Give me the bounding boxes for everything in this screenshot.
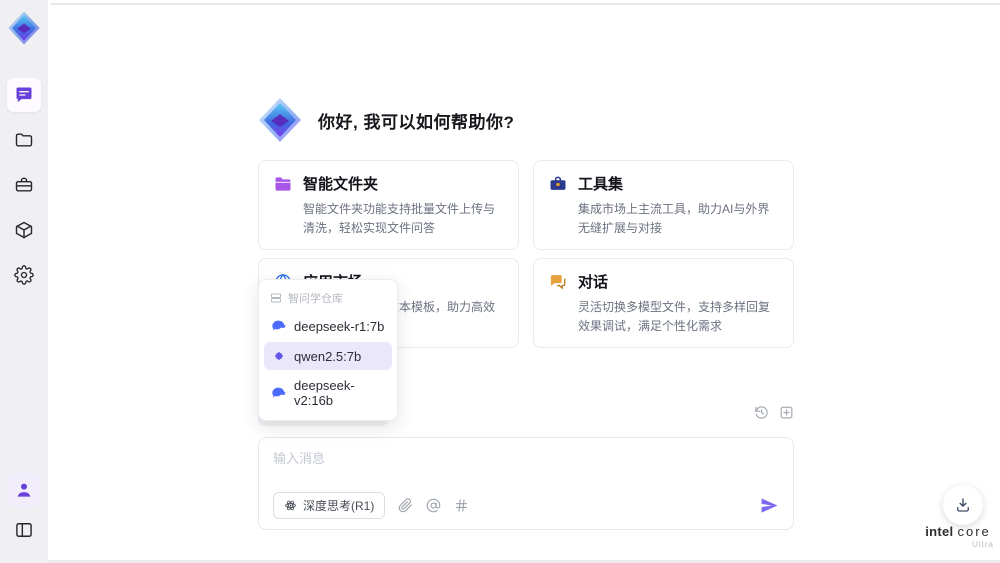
sidebar (0, 0, 48, 563)
card-dialogue[interactable]: 对话 灵活切换多模型文件，支持多样回复效果调试，满足个性化需求 (533, 258, 794, 349)
card-title: 对话 (578, 274, 609, 292)
sidebar-item-account[interactable] (7, 473, 41, 507)
card-description: 集成市场上主流工具，助力AI与外界无缝扩展与对接 (578, 202, 770, 235)
message-composer: 深度思考(R1) (258, 437, 794, 530)
app-logo-icon (8, 11, 40, 45)
deep-think-toggle[interactable]: 深度思考(R1) (273, 492, 386, 519)
sidebar-item-folders[interactable] (7, 123, 41, 157)
history-icon[interactable] (754, 405, 769, 420)
paperclip-icon (399, 498, 413, 513)
mention-button[interactable] (426, 498, 441, 513)
qwen-icon (274, 351, 284, 361)
card-title: 工具集 (578, 176, 624, 193)
model-option-deepseek-v2[interactable]: deepseek-v2:16b (264, 372, 392, 414)
window-top-edge (50, 3, 1000, 5)
greeting-text: 你好, 我可以如何帮助你? (318, 112, 515, 132)
model-dropdown-header-label: 智问学仓库 (288, 293, 343, 305)
model-option-label: deepseek-r1:7b (294, 318, 385, 334)
chat-tools (754, 405, 794, 420)
greeting-row: 你好, 我可以如何帮助你? (256, 96, 514, 144)
ultra-label: Ultra (972, 540, 994, 549)
deepseek-whale-icon (272, 387, 286, 398)
atom-icon (285, 500, 296, 511)
briefcase-icon (550, 176, 566, 190)
model-dropdown-header: 智问学仓库 (264, 284, 392, 310)
download-fab[interactable] (943, 485, 983, 525)
card-title: 智能文件夹 (303, 176, 379, 193)
sidebar-item-collapse[interactable] (7, 513, 41, 547)
prompt-library-button[interactable] (454, 498, 469, 513)
intel-core-badge: intel core Ultra (922, 524, 994, 549)
send-icon (761, 498, 778, 513)
card-description: 灵活切换多模型文件，支持多样回复效果调试，满足个性化需求 (578, 300, 771, 333)
chat-bubbles-icon (550, 274, 566, 290)
model-option-deepseek-r1[interactable]: deepseek-r1:7b (264, 312, 392, 340)
deep-think-label: 深度思考(R1) (303, 499, 375, 513)
card-toolset[interactable]: 工具集 集成市场上主流工具，助力AI与外界无缝扩展与对接 (533, 160, 794, 251)
sidebar-item-chat[interactable] (7, 78, 41, 112)
card-description: 智能文件夹功能支持批量文件上传与清洗，轻松实现文件问答 (303, 202, 496, 235)
sidebar-item-settings[interactable] (7, 258, 41, 292)
core-wordmark: core (957, 524, 991, 539)
model-option-qwen[interactable]: qwen2.5:7b (264, 342, 392, 370)
sidebar-item-toolbox[interactable] (7, 168, 41, 202)
user-icon (17, 483, 31, 497)
card-smart-folder[interactable]: 智能文件夹 智能文件夹功能支持批量文件上传与清洗，轻松实现文件问答 (258, 160, 519, 251)
model-option-label: qwen2.5:7b (294, 348, 362, 364)
assistant-logo-icon (259, 98, 301, 142)
repository-icon (271, 293, 281, 303)
folder-purple-icon (275, 176, 291, 191)
model-option-label: deepseek-v2:16b (294, 378, 355, 408)
hash-icon (456, 499, 468, 512)
at-icon (427, 498, 441, 513)
gear-icon (14, 265, 34, 285)
message-input[interactable] (273, 448, 779, 492)
folder-icon (15, 133, 33, 147)
cube-icon (15, 221, 33, 239)
intel-wordmark: intel (925, 524, 954, 539)
composer-toolbar: 深度思考(R1) (273, 492, 779, 519)
download-icon (957, 498, 969, 512)
deepseek-whale-icon (272, 320, 286, 331)
chat-icon (16, 87, 32, 103)
new-chat-icon[interactable] (779, 405, 794, 420)
attach-file-button[interactable] (398, 498, 413, 513)
sidebar-item-models[interactable] (7, 213, 41, 247)
model-dropdown: 智问学仓库 deepseek-r1:7b qwen2.5:7b deepseek… (258, 279, 398, 421)
panel-layout-icon (16, 523, 32, 537)
toolbox-icon (15, 177, 33, 192)
send-button[interactable] (760, 496, 779, 515)
